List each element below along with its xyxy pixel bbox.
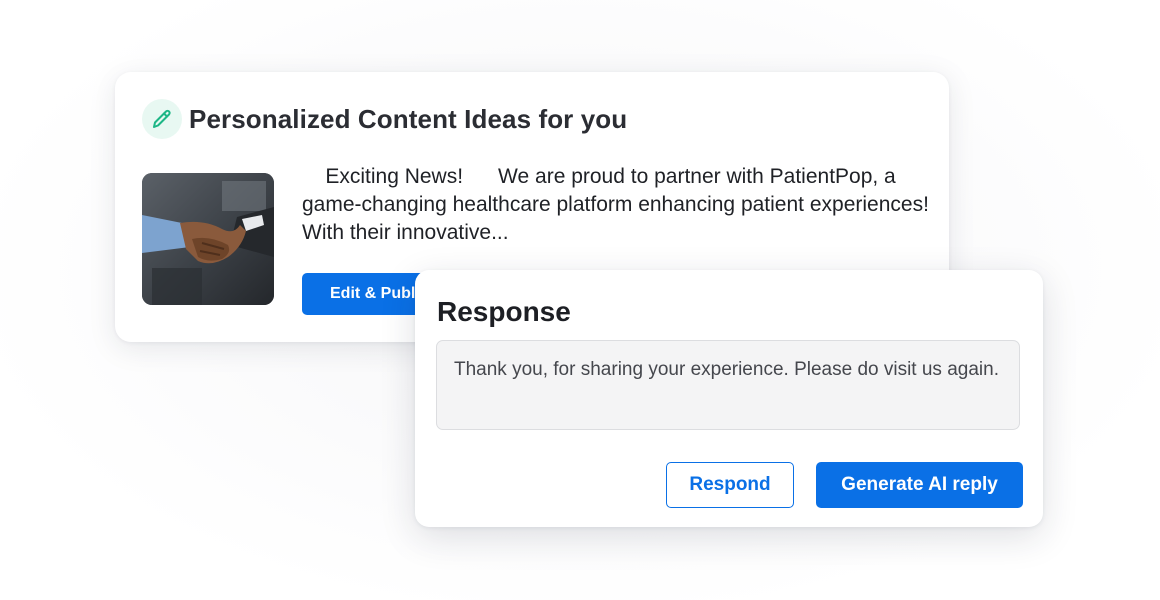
response-card: Response Thank you, for sharing your exp… bbox=[415, 270, 1043, 527]
respond-button[interactable]: Respond bbox=[666, 462, 794, 508]
generate-ai-reply-button[interactable]: Generate AI reply bbox=[816, 462, 1023, 508]
handshake-photo bbox=[142, 173, 274, 305]
response-textarea[interactable]: Thank you, for sharing your experience. … bbox=[436, 340, 1020, 430]
content-ideas-header: Personalized Content Ideas for you bbox=[142, 99, 627, 139]
stage: Personalized Content Ideas for you Excit… bbox=[0, 0, 1160, 600]
pencil-icon bbox=[142, 99, 182, 139]
response-title: Response bbox=[437, 296, 571, 327]
content-idea-text: Exciting News! We are proud to partner w… bbox=[302, 165, 982, 244]
content-ideas-title: Personalized Content Ideas for you bbox=[189, 103, 628, 134]
